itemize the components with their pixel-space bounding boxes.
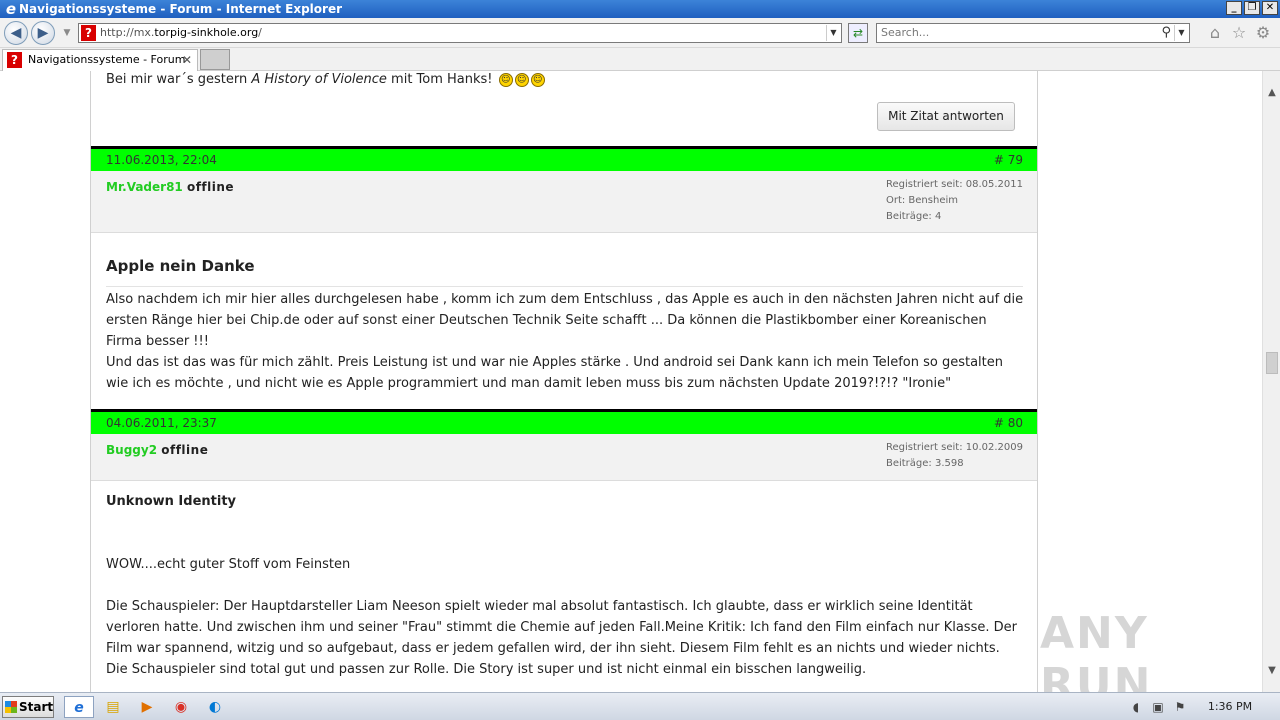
taskbar-chrome-icon[interactable]: ◉ xyxy=(166,696,196,718)
forward-arrow-icon: ▶ xyxy=(37,25,49,41)
post-title-divider xyxy=(106,286,1023,287)
user-status: offline xyxy=(161,443,209,457)
start-button[interactable]: Start xyxy=(2,696,54,718)
user-post-count: Beiträge: 4 xyxy=(885,211,942,222)
post-body-paragraph: Und das ist das was für mich zählt. Prei… xyxy=(106,355,1004,391)
page-scrollbar[interactable]: ▲ ▼ xyxy=(1262,71,1280,692)
taskbar-edge-icon[interactable]: ◐ xyxy=(200,696,230,718)
post-userbar-79: Mr.Vader81 offline Registriert seit: 08.… xyxy=(91,171,1037,233)
ie-logo-icon: e xyxy=(5,0,17,18)
post-date: 11.06.2013, 22:04 xyxy=(106,153,217,167)
window-title: Navigationssysteme - Forum - Internet Ex… xyxy=(19,2,343,16)
address-dropdown-icon[interactable]: ▼ xyxy=(826,25,840,41)
user-location: Ort: Bensheim xyxy=(885,195,958,206)
post-number-link[interactable]: # 79 xyxy=(994,149,1023,171)
start-label: Start xyxy=(19,700,54,714)
post-body-paragraph: Die Schauspieler: Der Hauptdarsteller Li… xyxy=(106,599,1017,677)
tab-close-icon[interactable]: ✕ xyxy=(182,50,192,70)
taskbar-explorer-icon[interactable]: ▤ xyxy=(98,696,128,718)
user-post-count: Beiträge: 3.598 xyxy=(885,458,964,469)
forward-button[interactable]: ▶ xyxy=(31,21,55,45)
post-number-link[interactable]: # 80 xyxy=(994,412,1023,434)
address-url[interactable]: http://mx.torpig-sinkhole.org/ xyxy=(100,24,262,42)
post-body-paragraph: WOW....echt guter Stoff vom Feinsten xyxy=(106,557,351,572)
anyrun-watermark: ANY RUN xyxy=(1040,608,1153,692)
tab-label: Navigationssysteme - Forum xyxy=(28,53,186,66)
user-registered: Registriert seit: 08.05.2011 xyxy=(885,179,1023,190)
volume-icon[interactable]: ◖ xyxy=(1128,694,1144,720)
window-titlebar: e Navigationssysteme - Forum - Internet … xyxy=(0,0,1280,18)
back-arrow-icon: ◀ xyxy=(10,25,22,41)
quote-reply-button[interactable]: Mit Zitat antworten xyxy=(877,102,1015,131)
tools-gear-icon[interactable]: ⚙ xyxy=(1254,24,1272,42)
scroll-thumb[interactable] xyxy=(1266,352,1278,374)
previous-post-text: Bei mir war´s gestern A History of Viole… xyxy=(106,71,545,90)
windows-logo-icon xyxy=(5,701,17,713)
username-link[interactable]: Mr.Vader81 xyxy=(106,180,183,194)
tray-clock[interactable]: 1:36 PM xyxy=(1206,694,1254,720)
new-tab-button[interactable] xyxy=(200,49,230,70)
site-favicon-icon: ? xyxy=(81,25,96,41)
back-button[interactable]: ◀ xyxy=(4,21,28,45)
taskbar-ie-icon[interactable]: e xyxy=(64,696,94,718)
user-info: Registriert seit: 08.05.2011 Ort: Benshe… xyxy=(886,177,1023,225)
post-body-paragraph: Also nachdem ich mir hier alles durchgel… xyxy=(106,292,1024,349)
address-bar[interactable]: ? http://mx.torpig-sinkhole.org/ ▼ xyxy=(78,23,842,43)
navigation-toolbar: ◀ ▶ ▼ ? http://mx.torpig-sinkhole.org/ ▼… xyxy=(0,18,1280,48)
taskbar-mediaplayer-icon[interactable]: ▶ xyxy=(132,696,162,718)
smiley-icon: ☺ xyxy=(498,72,513,87)
search-dropdown-icon[interactable]: ▼ xyxy=(1174,25,1188,41)
user-registered: Registriert seit: 10.02.2009 xyxy=(885,442,1023,453)
post-header-80: 04.06.2011, 23:37 # 80 xyxy=(91,409,1037,434)
refresh-icon: ⇄ xyxy=(852,26,864,40)
smiley-icon: ☺ xyxy=(514,72,529,87)
page-viewport: Bei mir war´s gestern A History of Viole… xyxy=(0,71,1262,692)
scroll-up-icon[interactable]: ▲ xyxy=(1266,87,1278,99)
username-link[interactable]: Buggy2 xyxy=(106,443,157,457)
compatibility-refresh-button[interactable]: ⇄ xyxy=(848,23,868,43)
post-user: Mr.Vader81 offline xyxy=(106,180,234,194)
post-date: 04.06.2011, 23:37 xyxy=(106,416,217,430)
search-box[interactable]: Search... ⚲ ▼ xyxy=(876,23,1190,43)
system-tray: ◖ ▣ ⚑ 1:36 PM xyxy=(1120,694,1280,720)
user-info: Registriert seit: 10.02.2009 Beiträge: 3… xyxy=(886,440,1023,472)
favorites-star-icon[interactable]: ☆ xyxy=(1230,24,1248,42)
minimize-button[interactable]: _ xyxy=(1226,1,1242,15)
post-header-79: 11.06.2013, 22:04 # 79 xyxy=(91,146,1037,171)
action-center-flag-icon[interactable]: ⚑ xyxy=(1172,694,1188,720)
home-icon[interactable]: ⌂ xyxy=(1206,24,1224,42)
tab-forum[interactable]: ? Navigationssysteme - Forum ✕ xyxy=(2,49,198,71)
windows-taskbar: Start e ▤ ▶ ◉ ◐ ◖ ▣ ⚑ 1:36 PM xyxy=(0,692,1280,720)
close-button[interactable]: ✕ xyxy=(1262,1,1278,15)
network-icon[interactable]: ▣ xyxy=(1150,694,1166,720)
window-controls: _ ❐ ✕ xyxy=(1226,1,1278,15)
tab-favicon-icon: ? xyxy=(7,52,22,68)
user-status: offline xyxy=(186,180,235,194)
post-userbar-80: Buggy2 offline Registriert seit: 10.02.2… xyxy=(91,434,1037,481)
restore-button[interactable]: ❐ xyxy=(1244,1,1260,15)
tab-strip: ? Navigationssysteme - Forum ✕ xyxy=(0,48,1280,71)
smiley-icon: ☺ xyxy=(530,72,545,87)
forum-content: Bei mir war´s gestern A History of Viole… xyxy=(90,71,1038,692)
scroll-down-icon[interactable]: ▼ xyxy=(1266,665,1278,677)
post-title: Unknown Identity xyxy=(106,494,237,509)
search-input[interactable]: Search... xyxy=(881,26,929,39)
post-user: Buggy2 offline xyxy=(106,443,208,457)
post-title: Apple nein Danke xyxy=(106,257,255,275)
search-icon[interactable]: ⚲ xyxy=(1161,24,1171,42)
history-dropdown-icon[interactable]: ▼ xyxy=(58,24,76,42)
